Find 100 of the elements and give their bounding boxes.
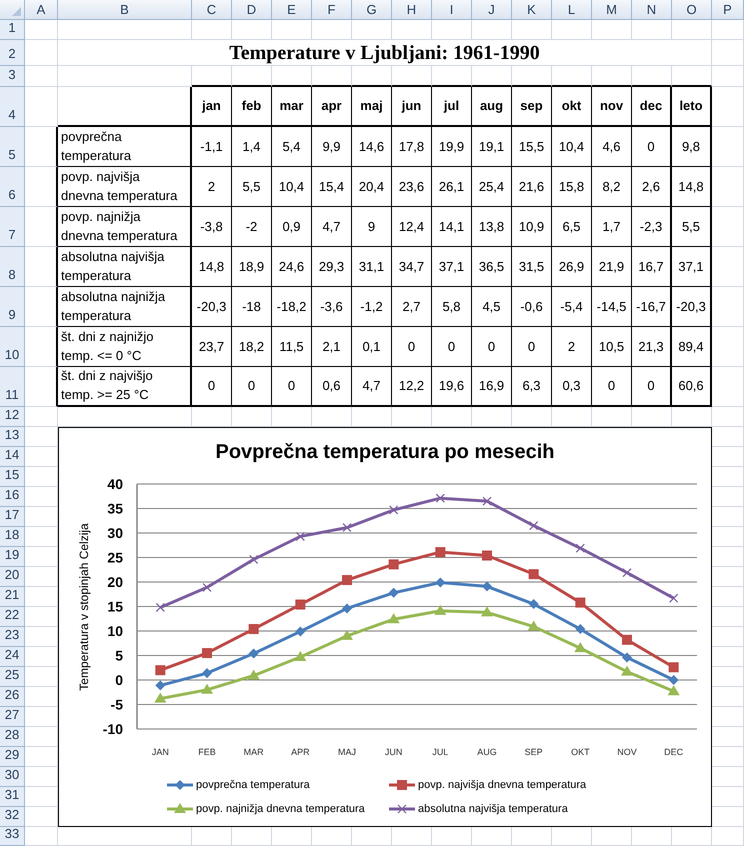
row-header[interactable]: 15 <box>0 467 25 487</box>
column-header[interactable]: B <box>58 0 192 20</box>
row-header[interactable]: 8 <box>0 247 25 287</box>
column-heading: jan <box>192 87 232 127</box>
table-cell: -16,7 <box>632 287 672 327</box>
row-header[interactable]: 28 <box>0 727 25 747</box>
triangle-icon <box>12 7 21 16</box>
row-header[interactable]: 23 <box>0 627 25 647</box>
empty-cell[interactable] <box>25 287 58 327</box>
y-tick-label: 25 <box>107 550 123 566</box>
table-cell: 21,9 <box>592 247 632 287</box>
x-tick-label: OKT <box>571 747 590 757</box>
table-cell: 0,3 <box>552 367 592 407</box>
empty-cell[interactable] <box>25 327 58 367</box>
column-heading: maj <box>352 87 392 127</box>
table-cell: -18,2 <box>272 287 312 327</box>
empty-cell[interactable] <box>58 87 192 127</box>
row-header[interactable]: 18 <box>0 527 25 547</box>
table-cell: 15,5 <box>512 127 552 167</box>
table-cell: 31,1 <box>352 247 392 287</box>
row-header[interactable]: 3 <box>0 66 25 87</box>
row-header[interactable]: 13 <box>0 427 25 447</box>
table-cell: 0,1 <box>352 327 392 367</box>
row-header[interactable]: 5 <box>0 127 25 167</box>
x-tick-label: MAR <box>244 747 264 757</box>
table-cell: 8,2 <box>592 167 632 207</box>
table-cell: 23,7 <box>192 327 232 367</box>
row-header[interactable]: 31 <box>0 787 25 807</box>
row-header[interactable]: 25 <box>0 667 25 687</box>
column-heading: dec <box>632 87 672 127</box>
row-header[interactable]: 16 <box>0 487 25 507</box>
table-cell: 16,7 <box>632 247 672 287</box>
select-all-button[interactable] <box>0 0 25 20</box>
empty-cell[interactable] <box>25 367 58 407</box>
empty-cell[interactable] <box>25 247 58 287</box>
y-tick-label: -5 <box>110 696 123 712</box>
row-header[interactable]: 4 <box>0 87 25 127</box>
table-cell: -18 <box>232 287 272 327</box>
column-header[interactable]: C <box>192 0 232 20</box>
x-tick-label: DEC <box>664 747 684 757</box>
row-header[interactable]: 33 <box>0 827 25 846</box>
x-tick-label: NOV <box>617 747 637 757</box>
empty-cell[interactable] <box>25 167 58 207</box>
table-cell: 37,1 <box>432 247 472 287</box>
table-cell: 12,2 <box>392 367 432 407</box>
column-header[interactable]: J <box>472 0 512 20</box>
row-header[interactable]: 19 <box>0 547 25 567</box>
row-header[interactable]: 30 <box>0 767 25 787</box>
sheet-title: Temperature v Ljubljani: 1961-1990 <box>58 40 712 66</box>
table-cell: 20,4 <box>352 167 392 207</box>
row-header[interactable]: 24 <box>0 647 25 667</box>
table-cell: 0 <box>432 327 472 367</box>
column-heading: nov <box>592 87 632 127</box>
table-cell: 18,2 <box>232 327 272 367</box>
column-header[interactable]: K <box>512 0 552 20</box>
column-header[interactable]: L <box>552 0 592 20</box>
table-cell: 0 <box>632 367 672 407</box>
row-header[interactable]: 7 <box>0 207 25 247</box>
column-header[interactable]: H <box>392 0 432 20</box>
column-header[interactable]: I <box>432 0 472 20</box>
column-header[interactable]: P <box>712 0 744 20</box>
empty-cell[interactable] <box>25 127 58 167</box>
table-cell: 25,4 <box>472 167 512 207</box>
row-header[interactable]: 26 <box>0 687 25 707</box>
row-header[interactable]: 6 <box>0 167 25 207</box>
x-tick-label: JAN <box>152 747 169 757</box>
table-cell: 2,1 <box>312 327 352 367</box>
row-header[interactable]: 10 <box>0 327 25 367</box>
row-header[interactable]: 32 <box>0 807 25 827</box>
row-header[interactable]: 11 <box>0 367 25 407</box>
row-header[interactable]: 20 <box>0 567 25 587</box>
row-header[interactable]: 29 <box>0 747 25 767</box>
column-header[interactable]: O <box>672 0 712 20</box>
table-cell: 10,9 <box>512 207 552 247</box>
table-cell: 34,7 <box>392 247 432 287</box>
table-cell: 0 <box>272 367 312 407</box>
column-header[interactable]: G <box>352 0 392 20</box>
table-cell: 16,9 <box>472 367 512 407</box>
table-cell: 4,5 <box>472 287 512 327</box>
row-header[interactable]: 17 <box>0 507 25 527</box>
empty-cell[interactable] <box>25 207 58 247</box>
table-cell: -1,2 <box>352 287 392 327</box>
row-header[interactable]: 9 <box>0 287 25 327</box>
column-header[interactable]: F <box>312 0 352 20</box>
chart-title: Povprečna temperatura po mesecih <box>216 441 554 463</box>
row-header[interactable]: 22 <box>0 607 25 627</box>
table-cell: 24,6 <box>272 247 312 287</box>
row-header[interactable]: 27 <box>0 707 25 727</box>
row-header[interactable]: 1 <box>0 20 25 40</box>
row-header[interactable]: 14 <box>0 447 25 467</box>
row-header[interactable]: 2 <box>0 40 25 66</box>
table-cell: 36,5 <box>472 247 512 287</box>
column-header[interactable]: A <box>25 0 58 20</box>
column-header[interactable]: D <box>232 0 272 20</box>
column-header[interactable]: N <box>632 0 672 20</box>
column-header[interactable]: M <box>592 0 632 20</box>
row-header[interactable]: 21 <box>0 587 25 607</box>
row-header[interactable]: 12 <box>0 407 25 427</box>
table-cell: 14,8 <box>192 247 232 287</box>
column-header[interactable]: E <box>272 0 312 20</box>
